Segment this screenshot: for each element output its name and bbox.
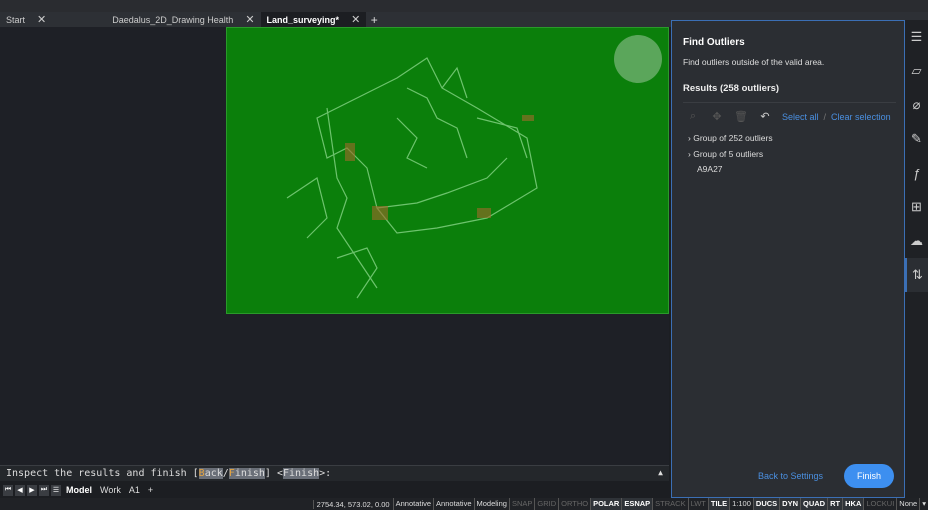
- status-toggle-ortho[interactable]: ORTHO: [558, 498, 590, 510]
- history-toggle-icon[interactable]: ▲: [658, 468, 663, 477]
- results-heading: Results (258 outliers): [683, 83, 780, 94]
- result-group[interactable]: › Group of 252 outliers: [688, 133, 773, 143]
- map-drawing: [286, 35, 662, 299]
- command-line[interactable]: Inspect the results and finish [Back/Fin…: [0, 465, 669, 481]
- status-toggle-grid[interactable]: GRID: [534, 498, 558, 510]
- status-toggle-esnap[interactable]: ESNAP: [621, 498, 653, 510]
- layout-tabs-bar: ⏮ ◀ ▶ ⏭ ☰ Model Work A1 +: [0, 482, 669, 498]
- status-toggle-rt[interactable]: RT: [827, 498, 843, 510]
- tab-label: Start: [6, 14, 26, 25]
- status-menu-icon[interactable]: ▾: [919, 498, 928, 510]
- status-toggle-hka[interactable]: HKA: [842, 498, 864, 510]
- undo-icon[interactable]: ↶: [758, 110, 772, 123]
- add-layout-button[interactable]: +: [145, 485, 156, 495]
- status-toggle-polar[interactable]: POLAR: [590, 498, 622, 510]
- status-toggle-lwt[interactable]: LWT: [687, 498, 708, 510]
- status-toggle-tile[interactable]: TILE: [707, 498, 730, 510]
- layout-tab-a1[interactable]: A1: [126, 485, 143, 495]
- navigation-wheel[interactable]: [614, 35, 662, 83]
- drawing-viewport[interactable]: [226, 27, 669, 314]
- tab-label: Daedalus_2D_Drawing Health: [112, 14, 234, 25]
- drawing-canvas[interactable]: [0, 27, 669, 465]
- cloud-upload-icon[interactable]: ☁: [905, 224, 928, 258]
- survey-lines: [286, 57, 538, 299]
- result-group[interactable]: › Group of 5 outliers: [688, 149, 763, 159]
- first-layout-button[interactable]: ⏮: [3, 484, 13, 496]
- layers-icon[interactable]: ▱: [905, 54, 928, 88]
- drawing-health-icon[interactable]: ⇅: [905, 258, 928, 292]
- status-toggle-lockui[interactable]: LOCKUI: [863, 498, 896, 510]
- select-all-link[interactable]: Select all: [782, 112, 819, 122]
- divider: [683, 102, 896, 103]
- zoom-to-icon[interactable]: ⌕: [686, 110, 700, 123]
- separator: /: [823, 111, 827, 122]
- finish-button[interactable]: Finish: [844, 464, 894, 488]
- status-toggle-modeling[interactable]: Modeling: [473, 498, 509, 510]
- right-tool-palette: ☰ ▱ ⌀ ✎ ƒ ⊞ ☁ ⇅: [905, 20, 928, 498]
- properties-sliders-icon[interactable]: ☰: [905, 20, 928, 54]
- close-icon[interactable]: ✕: [37, 13, 46, 26]
- attachments-icon[interactable]: ⌀: [905, 88, 928, 122]
- status-toggle-ducs[interactable]: DUCS: [752, 498, 780, 510]
- panel-description: Find outliers outside of the valid area.: [683, 57, 825, 67]
- status-toggle-annotative[interactable]: Annotative: [433, 498, 473, 510]
- back-to-settings-link[interactable]: Back to Settings: [758, 471, 823, 481]
- status-toggle-dyn[interactable]: DYN: [779, 498, 801, 510]
- status-toggle-none[interactable]: None: [896, 498, 919, 510]
- group-label: Group of 252 outliers: [693, 133, 773, 143]
- layout-list-icon[interactable]: ☰: [51, 484, 61, 496]
- delete-icon[interactable]: 🗑: [734, 110, 748, 123]
- layout-tab-model[interactable]: Model: [63, 485, 95, 495]
- last-layout-button[interactable]: ⏭: [39, 484, 49, 496]
- layout-tab-work[interactable]: Work: [97, 485, 124, 495]
- status-toggle-annotative[interactable]: Annotative: [392, 498, 433, 510]
- find-outliers-panel: Find Outliers Find outliers outside of t…: [671, 20, 905, 498]
- status-toggle-snap[interactable]: SNAP: [508, 498, 534, 510]
- status-bar: 2754.34, 573.02, 0.00 Annotative Annotati…: [0, 498, 928, 510]
- status-toggle-quad[interactable]: QUAD: [800, 498, 828, 510]
- status-toggle-1100[interactable]: 1:100: [729, 498, 753, 510]
- outlier-markers: [345, 115, 534, 220]
- result-item[interactable]: A9A27: [697, 164, 723, 174]
- tab-label: Land_surveying*: [266, 14, 340, 25]
- results-toolbar: ⌕ ✥ 🗑 ↶ Select all / Clear selection: [686, 110, 891, 123]
- function-icon[interactable]: ƒ: [905, 156, 928, 190]
- draw-tools-icon[interactable]: ✎: [905, 122, 928, 156]
- coordinates-readout: 2754.34, 573.02, 0.00: [312, 499, 393, 509]
- panel-title: Find Outliers: [683, 37, 745, 48]
- tab-start[interactable]: Start ✕: [0, 12, 52, 27]
- tab-daedalus[interactable]: Daedalus_2D_Drawing Health ✕: [52, 12, 260, 27]
- tab-land-surveying[interactable]: Land_surveying* ✕: [260, 12, 367, 27]
- new-tab-button[interactable]: +: [366, 12, 382, 27]
- close-icon[interactable]: ✕: [245, 13, 254, 26]
- status-toggle-strack[interactable]: STRACK: [652, 498, 687, 510]
- next-layout-button[interactable]: ▶: [27, 484, 37, 496]
- prev-layout-button[interactable]: ◀: [15, 484, 25, 496]
- structure-tree-icon[interactable]: ⊞: [905, 190, 928, 224]
- clear-selection-link[interactable]: Clear selection: [831, 112, 891, 122]
- close-icon[interactable]: ✕: [351, 13, 360, 26]
- move-icon[interactable]: ✥: [710, 110, 724, 123]
- title-bar: [0, 0, 928, 12]
- group-label: Group of 5 outliers: [693, 149, 764, 159]
